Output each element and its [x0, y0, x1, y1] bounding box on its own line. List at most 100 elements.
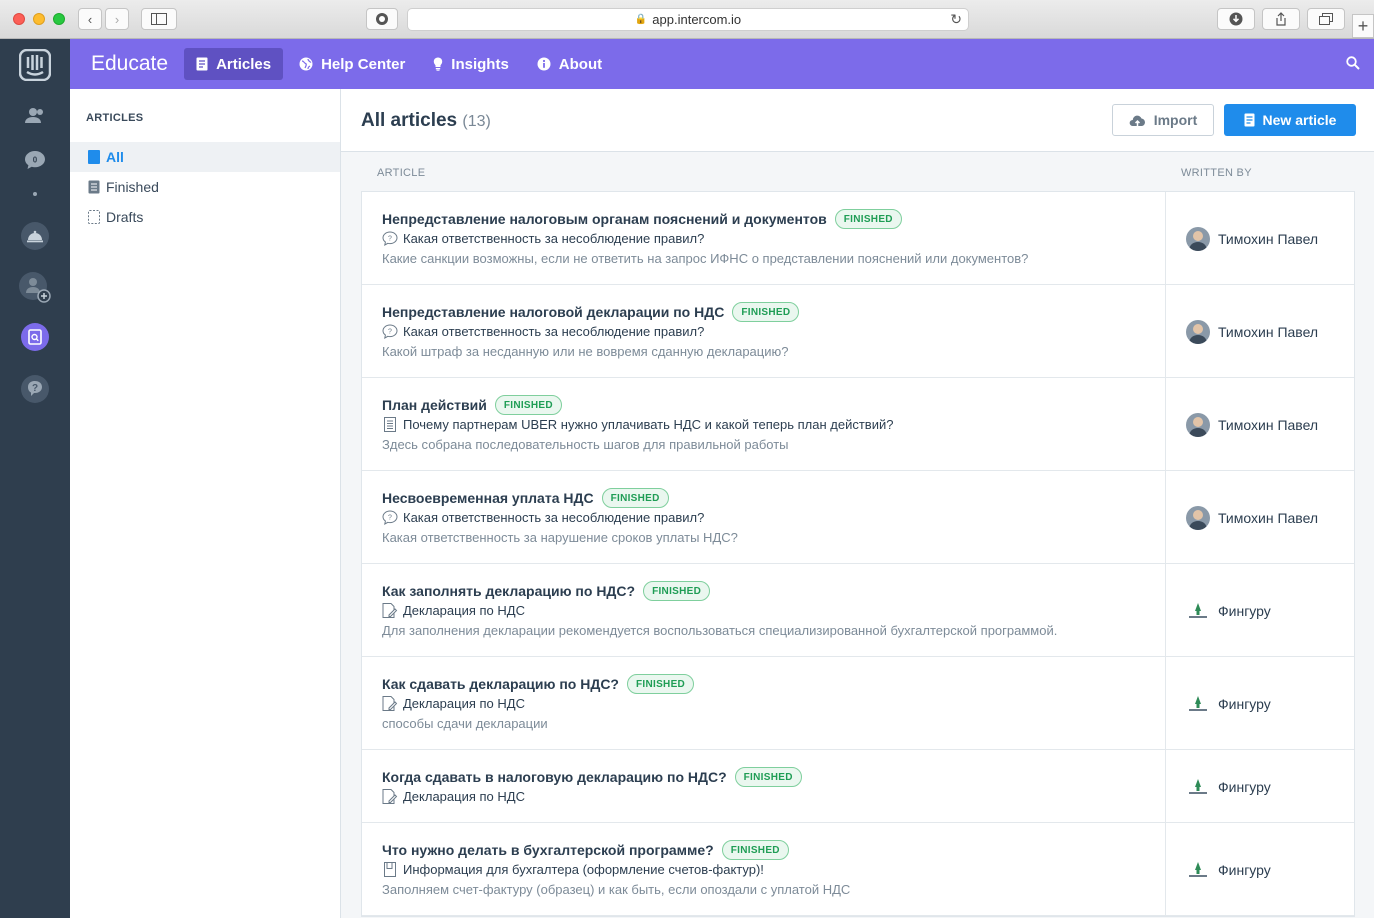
article-title[interactable]: План действий FINISHED [382, 395, 562, 415]
status-badge: FINISHED [734, 767, 802, 787]
close-window-button[interactable] [13, 13, 25, 25]
sidebar-item-label: Finished [106, 179, 159, 195]
article-description: Заполняем счет-фактуру (образец) и как б… [382, 882, 851, 897]
articles-table: Непредставление налоговым органам поясне… [361, 191, 1355, 917]
minimize-window-button[interactable] [33, 13, 45, 25]
address-bar[interactable]: 🔒 app.intercom.io ↻ [407, 8, 969, 31]
back-button[interactable]: ‹ [78, 8, 102, 30]
article-title[interactable]: Что нужно делать в бухгалтерской програм… [382, 840, 789, 860]
article-cell: Как сдавать декларацию по НДС? FINISHED Д… [362, 657, 1166, 749]
info-icon [537, 57, 551, 71]
tab-articles[interactable]: Articles [184, 48, 284, 80]
new-tab-button[interactable]: + [1352, 14, 1374, 38]
tab-label: Insights [451, 55, 509, 73]
nav-conversations[interactable]: 0 [0, 150, 70, 170]
author-name: Тимохин Павел [1218, 324, 1319, 340]
article-title-text: План действий [382, 397, 487, 413]
tab-about[interactable]: About [525, 48, 614, 80]
article-author[interactable]: Фингуру [1186, 599, 1271, 623]
article-description: Здесь собрана последовательность шагов д… [382, 437, 789, 452]
article-collection: Декларация по НДС [382, 695, 525, 711]
sidebar-item-label: All [106, 149, 124, 165]
article-cell: Непредставление налоговым органам поясне… [362, 192, 1166, 284]
import-button[interactable]: Import [1112, 104, 1214, 136]
article-title[interactable]: Когда сдавать в налоговую декларацию по … [382, 767, 802, 787]
browser-toolbar: ‹ › 🔒 app.intercom.io ↻ + [0, 0, 1374, 39]
article-author[interactable]: Фингуру [1186, 692, 1271, 716]
status-badge: FINISHED [834, 209, 902, 229]
tab-insights[interactable]: Insights [421, 48, 521, 80]
downloads-button[interactable] [1217, 8, 1255, 30]
zoom-window-button[interactable] [53, 13, 65, 25]
article-title[interactable]: Несвоевременная уплата НДС FINISHED [382, 488, 669, 508]
svg-text:?: ? [388, 235, 392, 242]
sidebar-item-all[interactable]: All [70, 142, 340, 172]
users-icon [25, 108, 43, 123]
share-button[interactable] [1262, 8, 1300, 30]
article-author[interactable]: Тимохин Павел [1186, 506, 1318, 530]
author-name: Тимохин Павел [1218, 510, 1319, 526]
article-title[interactable]: Непредставление налоговым органам поясне… [382, 209, 902, 229]
page-title-text: All articles [361, 110, 458, 131]
status-badge: FINISHED [732, 302, 800, 322]
avatar [1186, 413, 1210, 437]
avatar [1186, 858, 1210, 882]
question-bubble-icon: ? [382, 323, 398, 339]
reload-icon[interactable]: ↻ [950, 11, 962, 28]
article-cell: Когда сдавать в налоговую декларацию по … [362, 750, 1166, 822]
status-badge: FINISHED [721, 840, 789, 860]
nav-educate[interactable] [0, 322, 70, 352]
tabs-button[interactable] [1307, 8, 1345, 30]
download-icon [1229, 12, 1243, 26]
article-title-text: Непредставление налоговой декларации по … [382, 304, 725, 320]
intercom-logo[interactable] [0, 49, 70, 81]
intercom-logo-icon [19, 49, 51, 81]
sidebar-item-finished[interactable]: Finished [70, 172, 340, 202]
article-icon [196, 57, 208, 71]
article-author[interactable]: Тимохин Павел [1186, 320, 1318, 344]
table-row[interactable]: Как заполнять декларацию по НДС? FINISHED… [362, 564, 1354, 657]
author-name: Фингуру [1218, 862, 1271, 878]
question-bubble-icon: ? [382, 230, 398, 246]
article-author[interactable]: Фингуру [1186, 775, 1271, 799]
table-row[interactable]: Непредставление налоговым органам поясне… [362, 192, 1354, 285]
educate-icon [21, 323, 49, 351]
article-count: (13) [462, 113, 491, 130]
search-button[interactable] [1346, 56, 1360, 75]
new-article-label: New article [1262, 112, 1337, 128]
article-title[interactable]: Как сдавать декларацию по НДС? FINISHED [382, 674, 695, 694]
article-title-text: Как заполнять декларацию по НДС? [382, 583, 636, 599]
article-author[interactable]: Фингуру [1186, 858, 1271, 882]
page-title: All articles (13) [361, 110, 491, 132]
search-icon [1346, 56, 1360, 70]
sidebar-item-drafts[interactable]: Drafts [70, 202, 340, 232]
sidebar-toggle-button[interactable] [141, 8, 177, 30]
table-row[interactable]: Несвоевременная уплата НДС FINISHED ? Как… [362, 471, 1354, 564]
nav-dot [0, 192, 70, 196]
article-title[interactable]: Как заполнять декларацию по НДС? FINISHED [382, 581, 711, 601]
article-title[interactable]: Непредставление налоговой декларации по … [382, 302, 800, 322]
new-article-button[interactable]: New article [1224, 104, 1356, 136]
article-description: Какой штраф за несданную или не вовремя … [382, 344, 789, 359]
table-row[interactable]: Когда сдавать в налоговую декларацию по … [362, 750, 1354, 823]
nav-help[interactable]: ? [0, 374, 70, 404]
article-author[interactable]: Тимохин Павел [1186, 227, 1318, 251]
tab-help-center[interactable]: Help Center [287, 48, 417, 80]
table-row[interactable]: Как сдавать декларацию по НДС? FINISHED Д… [362, 657, 1354, 750]
column-written-by[interactable]: WRITTEN BY [1181, 167, 1252, 179]
column-article[interactable]: ARTICLE [377, 167, 425, 179]
table-row[interactable]: План действий FINISHED Почему партнерам U… [362, 378, 1354, 471]
privacy-button[interactable] [366, 8, 398, 30]
forward-button[interactable]: › [105, 8, 129, 30]
dot-icon [33, 192, 37, 196]
table-row[interactable]: Что нужно делать в бухгалтерской програм… [362, 823, 1354, 916]
avatar [1186, 320, 1210, 344]
nav-add-people[interactable] [0, 272, 70, 304]
tab-label: Help Center [321, 55, 406, 73]
nav-operator[interactable] [0, 221, 70, 251]
table-row[interactable]: Непредставление налоговой декларации по … [362, 285, 1354, 378]
article-cell: Непредставление налоговой декларации по … [362, 285, 1166, 377]
article-icon [1244, 113, 1255, 127]
article-author[interactable]: Тимохин Павел [1186, 413, 1318, 437]
nav-users[interactable] [0, 107, 70, 125]
